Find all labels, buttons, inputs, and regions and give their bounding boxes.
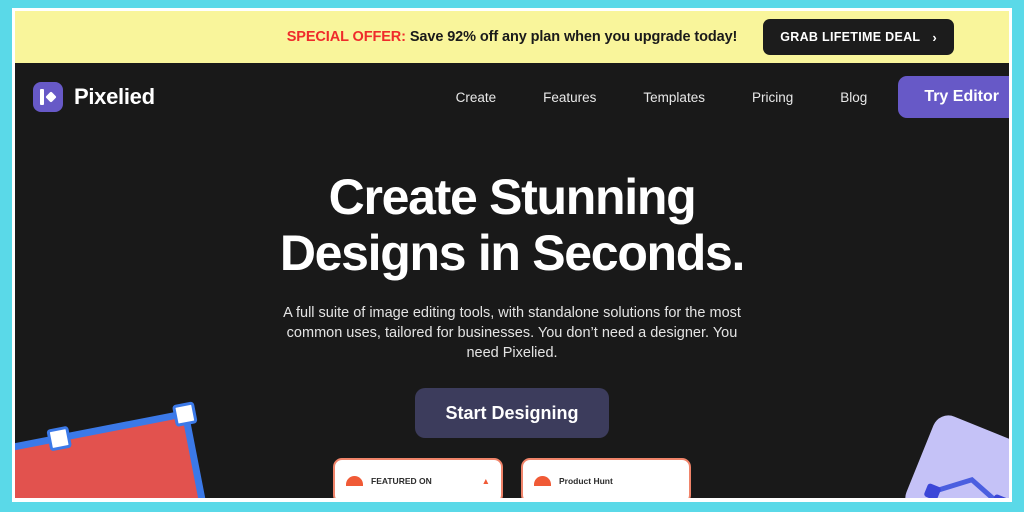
- browser-frame: SPECIAL OFFER: Save 92% off any plan whe…: [0, 0, 1024, 512]
- promo-banner: SPECIAL OFFER: Save 92% off any plan whe…: [15, 11, 1009, 63]
- hero-headline-line-2: Designs in Seconds.: [279, 225, 746, 281]
- rating-badge[interactable]: Product Hunt: [521, 458, 691, 498]
- rating-badge-score: ▲: [481, 476, 490, 486]
- chevron-right-icon: ›: [932, 29, 937, 45]
- start-designing-button[interactable]: Start Designing: [415, 388, 609, 438]
- rating-badge-label: FEATURED ON: [371, 475, 432, 486]
- brand-logo[interactable]: Pixelied: [33, 82, 155, 112]
- rating-badge[interactable]: FEATURED ON ▲: [333, 458, 503, 498]
- nav-item-pricing[interactable]: Pricing: [752, 90, 793, 105]
- hero-headline-line-1: Create Stunning: [328, 169, 697, 225]
- logo-bar-shape: [40, 89, 44, 105]
- try-editor-button[interactable]: Try Editor: [898, 76, 1009, 118]
- grab-lifetime-deal-button[interactable]: GRAB LIFETIME DEAL ›: [763, 19, 954, 55]
- page-canvas: SPECIAL OFFER: Save 92% off any plan whe…: [12, 8, 1012, 502]
- nav-item-blog[interactable]: Blog: [840, 90, 867, 105]
- promo-strong-label: SPECIAL OFFER:: [286, 29, 406, 45]
- brand-name: Pixelied: [74, 84, 155, 109]
- pixelied-logo-icon: [33, 82, 63, 112]
- hero-subtitle-line-1: A full suite of image editing tools, wit…: [283, 305, 706, 321]
- promo-message-text: Save 92% off any plan when you upgrade t…: [405, 29, 738, 45]
- logo-diamond-shape: [45, 91, 57, 103]
- hero-headline: Create Stunning Designs in Seconds.: [15, 169, 1009, 281]
- rating-badge-list: FEATURED ON ▲ Product Hunt: [15, 458, 1009, 498]
- grab-lifetime-deal-label: GRAB LIFETIME DEAL: [780, 30, 921, 44]
- nav-item-templates[interactable]: Templates: [643, 90, 705, 105]
- hero-content: Create Stunning Designs in Seconds. A fu…: [15, 169, 1009, 498]
- product-hunt-icon: [346, 476, 363, 486]
- nav-item-features[interactable]: Features: [543, 90, 596, 105]
- promo-message: SPECIAL OFFER: Save 92% off any plan whe…: [287, 29, 738, 45]
- product-hunt-icon: [534, 476, 551, 486]
- rating-badge-label: Product Hunt: [559, 475, 613, 486]
- site-header: Pixelied Create Features Templates Prici…: [15, 63, 1009, 131]
- hero-subtitle: A full suite of image editing tools, wit…: [272, 303, 752, 363]
- hero-section: Create Stunning Designs in Seconds. A fu…: [15, 131, 1009, 498]
- nav-item-create[interactable]: Create: [456, 90, 497, 105]
